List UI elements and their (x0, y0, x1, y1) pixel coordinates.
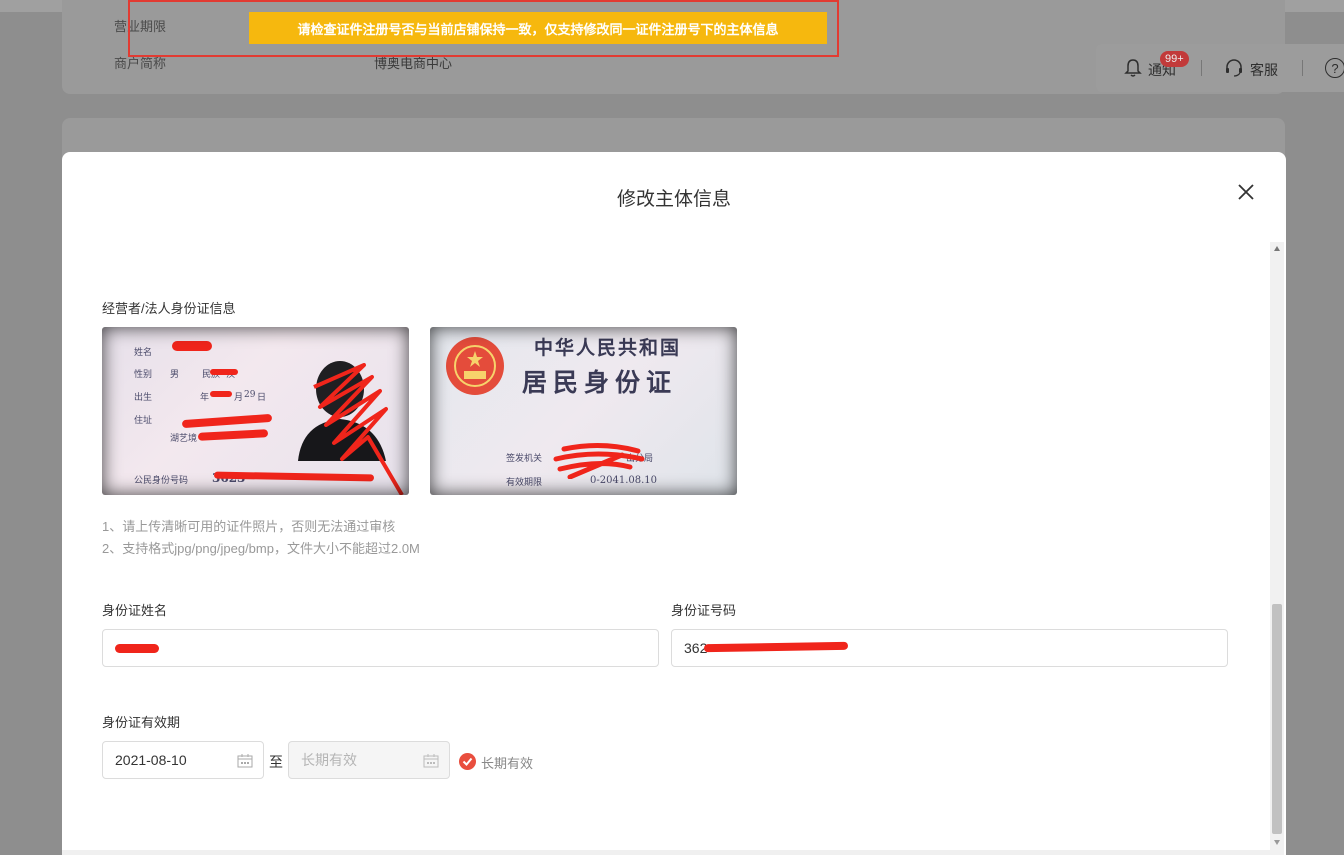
validity-start-date-input[interactable]: 2021-08-10 (102, 741, 264, 779)
redaction-mark (210, 391, 232, 397)
id-field-address-value: 湖艺境 (170, 434, 198, 444)
bell-icon (1124, 58, 1142, 81)
modal-bottom-divider (62, 850, 1270, 855)
redaction-scribble (313, 363, 404, 495)
id-validity-label: 身份证有效期 (102, 715, 181, 730)
id-field-month: 月 (234, 393, 244, 403)
scroll-down-arrow-icon[interactable] (1274, 840, 1280, 845)
modal-title: 修改主体信息 (616, 189, 731, 210)
id-field-address-label: 住址 (134, 416, 153, 426)
edit-entity-modal: 修改主体信息 经营者/法人身份证信息 姓名 性别 男 民族 汉 出生 年 月 2… (62, 152, 1286, 855)
id-back-heading-card: 居民身份证 (522, 368, 678, 397)
date-range-separator: 至 (269, 754, 283, 770)
redaction-mark (115, 644, 159, 653)
redaction-mark (197, 429, 269, 441)
id-back-validity-label: 有效期限 (506, 478, 543, 488)
id-field-gender-label: 性别 (134, 370, 153, 380)
id-field-name-label: 姓名 (134, 348, 153, 358)
validity-start-date-value: 2021-08-10 (115, 752, 187, 768)
id-name-input[interactable] (102, 629, 659, 667)
id-field-number-label: 公民身份号码 (134, 476, 189, 486)
id-field-birth-label: 出生 (134, 393, 153, 403)
warning-toast: 请检查证件注册号否与当前店铺保持一致，仅支持修改同一证件注册号下的主体信息 (249, 12, 827, 44)
redaction-mark (181, 413, 273, 429)
customer-service-button[interactable]: 客服 (1224, 58, 1278, 81)
id-number-label: 身份证号码 (671, 603, 737, 618)
calendar-icon (237, 754, 253, 768)
national-emblem-icon (446, 337, 504, 395)
customer-service-label: 客服 (1250, 61, 1278, 78)
long-term-checkbox[interactable] (459, 753, 476, 770)
id-field-year: 年 (200, 393, 210, 403)
redaction-mark (172, 341, 212, 351)
id-field-day-label: 日 (257, 393, 267, 403)
scrollbar-thumb[interactable] (1272, 604, 1282, 834)
divider (1201, 60, 1202, 76)
checkmark-icon (462, 757, 473, 766)
id-field-day: 29 (244, 390, 256, 400)
id-field-gender-value: 男 (170, 370, 180, 380)
upload-hint-1: 1、请上传清晰可用的证件照片，否则无法通过审核 (102, 519, 396, 534)
redaction-mark (210, 369, 238, 375)
notification-badge: 99+ (1160, 51, 1189, 67)
headset-icon (1224, 58, 1244, 81)
long-term-label[interactable]: 长期有效 (481, 753, 533, 772)
divider (1302, 60, 1303, 76)
close-icon[interactable] (1234, 180, 1258, 204)
validity-end-date-input[interactable]: 长期有效 (288, 741, 450, 779)
upload-hint-2: 2、支持格式jpg/png/jpeg/bmp，文件大小不能超过2.0M (102, 541, 420, 556)
redaction-mark (703, 641, 849, 653)
validity-end-date-placeholder: 长期有效 (301, 752, 357, 768)
scroll-up-arrow-icon[interactable] (1274, 246, 1280, 251)
id-card-front-image[interactable]: 姓名 性别 男 民族 汉 出生 年 月 29 日 住址 湖艺境 公民身份号码 3… (102, 327, 409, 495)
help-icon[interactable]: ? (1325, 58, 1344, 78)
id-card-back-image[interactable]: 中华人民共和国 居民身份证 签发机关 山分局 有效期限 0-2041.08.10 (430, 327, 737, 495)
id-number-input[interactable]: 362 (671, 629, 1228, 667)
calendar-icon (423, 754, 439, 768)
redaction-scribble (553, 442, 645, 479)
section-title-id-info: 经营者/法人身份证信息 (102, 301, 236, 316)
id-back-heading-country: 中华人民共和国 (534, 337, 682, 359)
scrollbar[interactable] (1270, 242, 1284, 855)
id-back-issuer-label: 签发机关 (506, 454, 543, 464)
id-name-label: 身份证姓名 (102, 603, 168, 618)
